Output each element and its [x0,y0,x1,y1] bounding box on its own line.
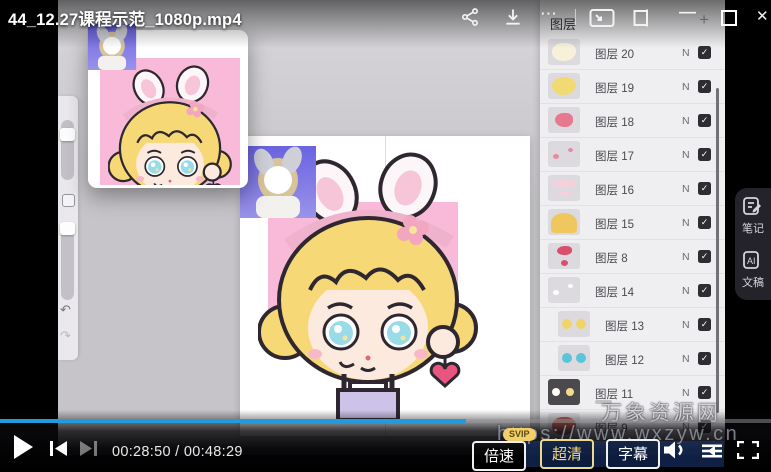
video-player-window: { "player_window": { "title": "44_12.27课… [0,0,771,472]
layer-visibility-checkbox[interactable]: ✓ [698,148,711,161]
total-duration: 00:48:29 [184,444,243,460]
playback-speed-button[interactable]: 倍速 [472,441,526,471]
layer-row[interactable]: 图层 16 N ✓ [540,172,725,206]
layer-name: 图层 17 [595,148,634,164]
layer-name: 图层 13 [605,318,644,334]
progress-filled [0,419,466,423]
share-icon[interactable] [460,7,480,27]
layer-visibility-checkbox[interactable]: ✓ [698,80,711,93]
layer-name: 图层 12 [605,352,644,368]
layer-name: 图层 14 [595,284,634,300]
layer-name: 图层 20 [595,46,634,62]
layer-thumbnail[interactable] [548,73,580,99]
layer-visibility-checkbox[interactable]: ✓ [698,318,711,331]
reference-image [100,58,240,185]
modify-button[interactable] [62,194,75,207]
layer-blend-mode[interactable]: N [682,319,690,331]
minimize-icon[interactable]: — [679,2,696,22]
layer-blend-mode[interactable]: N [682,149,690,161]
play-button[interactable] [14,435,33,459]
layer-thumbnail[interactable] [548,107,580,133]
layer-blend-mode[interactable]: N [682,353,690,365]
layer-row[interactable]: 图层 14 N ✓ [540,274,725,308]
svip-badge: SVIP [503,428,536,441]
document-button[interactable]: AI 文稿 [735,242,771,296]
layer-blend-mode[interactable]: N [682,81,690,93]
notes-button[interactable]: 笔记 [735,188,771,242]
more-options-icon[interactable]: ⋯ [540,4,559,24]
layer-visibility-checkbox[interactable]: ✓ [698,284,711,297]
layer-row[interactable]: 图层 12 N ✓ [540,342,725,376]
layer-thumbnail[interactable] [548,209,580,235]
fullscreen-icon[interactable] [737,441,759,459]
layer-visibility-checkbox[interactable]: ✓ [698,352,711,365]
layer-blend-mode[interactable]: N [682,217,690,229]
close-icon[interactable]: ✕ [756,7,769,25]
layer-thumbnail[interactable] [548,175,580,201]
layer-name: 图层 18 [595,114,634,130]
layer-visibility-checkbox[interactable]: ✓ [698,114,711,127]
layer-blend-mode[interactable]: N [682,47,690,59]
maximize-icon[interactable] [721,10,737,26]
document-label: 文稿 [742,274,764,290]
subtitle-button[interactable]: 字幕 [606,439,660,469]
layer-thumbnail[interactable] [548,141,580,167]
layer-thumbnail[interactable] [548,379,580,405]
layer-row[interactable]: 图层 15 N ✓ [540,206,725,240]
notes-label: 笔记 [742,220,764,236]
layer-visibility-checkbox[interactable]: ✓ [698,182,711,195]
layer-row[interactable]: 图层 19 N ✓ [540,70,725,104]
redo-icon[interactable]: ↷ [60,328,71,344]
mini-player-icon[interactable] [631,8,653,28]
layer-row[interactable]: 图层 13 N ✓ [540,308,725,342]
notes-icon [742,196,762,216]
layer-list: 图层 20N✓图层 19N✓图层 18N✓图层 17N✓图层 16N✓图层 15… [540,36,725,444]
layer-visibility-checkbox[interactable]: ✓ [698,250,711,263]
document-icon: AI [742,250,762,270]
quality-button[interactable]: 超清 [540,439,594,469]
playback-settings-icon[interactable] [700,443,724,459]
svg-text:AI: AI [747,256,756,266]
download-icon[interactable] [503,7,523,27]
layer-thumbnail[interactable] [558,345,590,371]
layer-blend-mode[interactable]: N [682,183,690,195]
next-icon[interactable] [78,441,97,456]
layer-blend-mode[interactable]: N [682,251,690,263]
layer-row[interactable]: 图层 18 N ✓ [540,104,725,138]
previous-icon[interactable] [50,441,69,456]
layers-panel: 图层 + 图层 20N✓图层 19N✓图层 18N✓图层 17N✓图层 16N✓… [540,0,725,455]
volume-icon[interactable] [662,440,688,460]
reference-character [108,64,232,185]
time-display: 00:28:50 / 00:48:29 [112,444,243,460]
layer-name: 图层 19 [595,80,634,96]
layer-thumbnail[interactable] [548,243,580,269]
brush-opacity-slider-handle[interactable] [60,222,75,235]
video-title: 44_12.27课程示范_1080p.mp4 [8,6,242,30]
layer-blend-mode[interactable]: N [682,285,690,297]
layer-row[interactable]: 图层 8 N ✓ [540,240,725,274]
drawing-tool-sidebar: ↶ ↷ [58,96,78,360]
brush-size-slider-handle[interactable] [60,128,75,141]
layer-thumbnail[interactable] [548,277,580,303]
reference-photo-on-canvas [240,146,316,218]
layer-row[interactable]: 图层 17 N ✓ [540,138,725,172]
layer-blend-mode[interactable]: N [682,115,690,127]
layer-name: 图层 16 [595,182,634,198]
layer-thumbnail[interactable] [558,311,590,337]
layer-name: 图层 15 [595,216,634,232]
side-dock: 笔记 AI 文稿 [735,188,771,300]
layer-name: 图层 8 [595,250,628,266]
layers-scrollbar[interactable] [716,88,719,413]
drawing-canvas[interactable] [240,136,530,436]
current-time: 00:28:50 [112,444,171,460]
picture-in-picture-icon[interactable] [589,8,615,28]
progress-bar[interactable] [0,419,771,423]
time-separator: / [171,444,184,460]
video-content[interactable]: ↶ ↷ 图层 + 图层 20N✓图层 19N✓图层 18N✓图层 17N✓图层 … [58,0,725,455]
undo-icon[interactable]: ↶ [60,302,71,318]
titlebar-divider [575,9,576,25]
layer-visibility-checkbox[interactable]: ✓ [698,216,711,229]
